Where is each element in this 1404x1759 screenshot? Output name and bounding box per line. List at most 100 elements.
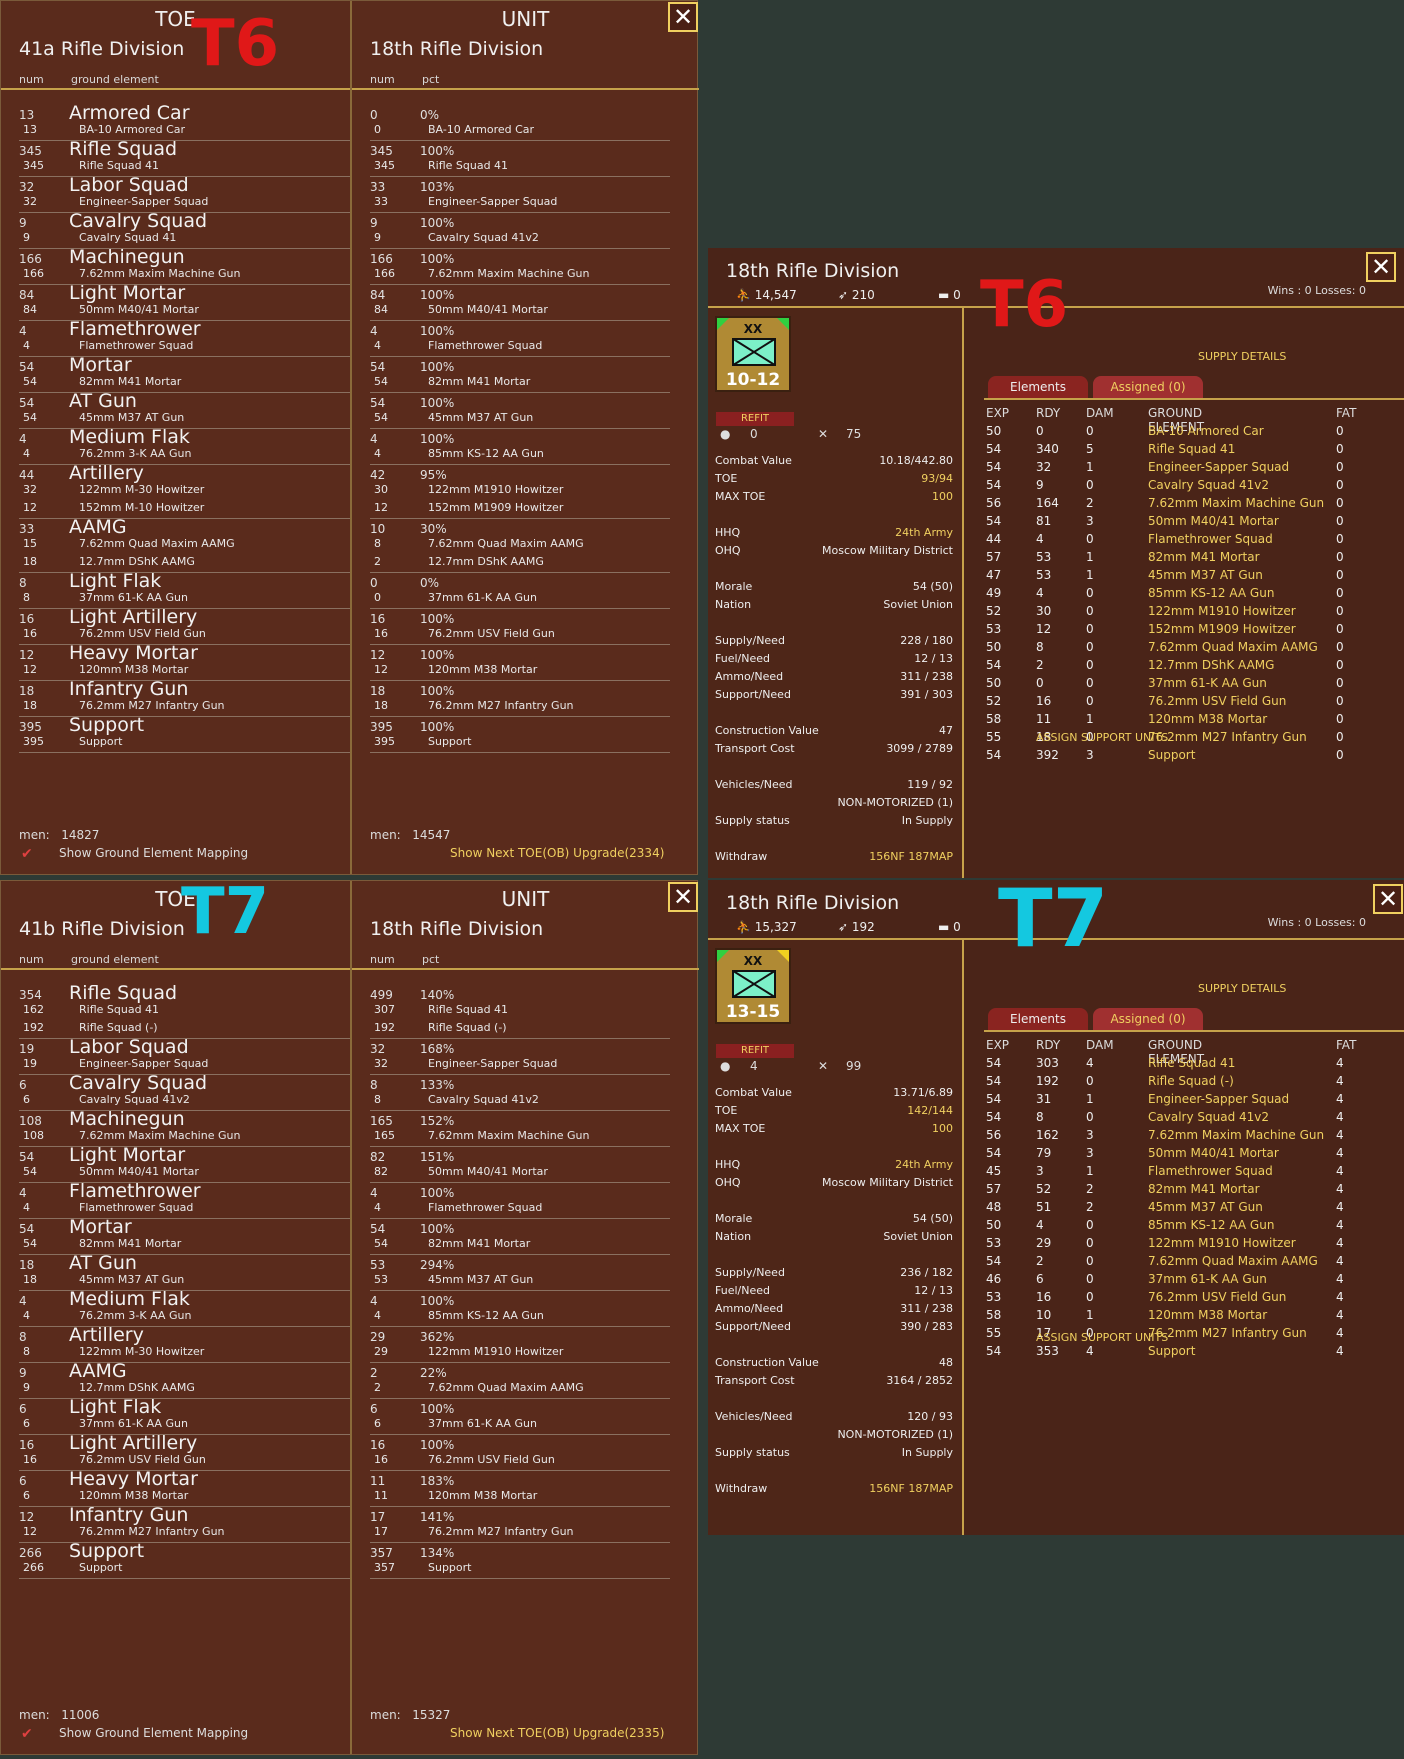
toe-column: TOE 41a Rifle Division num ground elemen… xyxy=(1,1,350,874)
dam-cell: 0 xyxy=(1086,424,1094,438)
toe-row: 4 Flamethrower 4 Flamethrower Squad xyxy=(19,1180,350,1219)
element-row[interactable]: 54 353 4 Support 4 xyxy=(986,1344,1366,1362)
element-row[interactable]: 46 6 0 37mm 61-K AA Gun 4 xyxy=(986,1272,1366,1290)
element-row[interactable]: 56 162 3 7.62mm Maxim Machine Gun 4 xyxy=(986,1128,1366,1146)
element-row[interactable]: 57 52 2 82mm M41 Mortar 4 xyxy=(986,1182,1366,1200)
show-mapping-label[interactable]: Show Ground Element Mapping xyxy=(59,1726,248,1740)
upgrade-link[interactable]: Show Next TOE(OB) Upgrade(2334) xyxy=(450,846,664,860)
element-row[interactable]: 47 53 1 45mm M37 AT Gun 0 xyxy=(986,568,1366,586)
upgrade-link[interactable]: Show Next TOE(OB) Upgrade(2335) xyxy=(450,1726,664,1740)
supply-details-link[interactable]: SUPPLY DETAILS xyxy=(1198,350,1286,363)
element-row[interactable]: 53 29 0 122mm M1910 Howitzer 4 xyxy=(986,1236,1366,1254)
element-row[interactable]: 49 4 0 85mm KS-12 AA Gun 0 xyxy=(986,586,1366,604)
element-row[interactable]: 50 0 0 BA-10 Armored Car 0 xyxy=(986,424,1366,442)
element-row[interactable]: 54 81 3 50mm M40/41 Mortar 0 xyxy=(986,514,1366,532)
exp-cell: 54 xyxy=(986,748,1002,762)
element-row[interactable]: 58 10 1 120mm M38 Mortar 4 xyxy=(986,1308,1366,1326)
icon-a-value: 4 xyxy=(750,1059,758,1073)
close-icon[interactable]: ✕ xyxy=(668,882,698,912)
element-row[interactable]: 54 9 0 Cavalry Squad 41v2 0 xyxy=(986,478,1366,496)
toe-row: 266 Support 266 Support xyxy=(19,1540,350,1579)
element-row[interactable]: 52 30 0 122mm M1910 Howitzer 0 xyxy=(986,604,1366,622)
toe-row: 4 Flamethrower 4 Flamethrower Squad xyxy=(19,318,350,357)
assign-support-link[interactable]: ASSIGN SUPPORT UNITS xyxy=(1036,731,1168,744)
element-row[interactable]: 45 3 1 Flamethrower Squad 4 xyxy=(986,1164,1366,1182)
element-row[interactable]: 54 303 4 Rifle Squad 41 4 xyxy=(986,1056,1366,1074)
men-icon: ⛹ xyxy=(736,288,751,302)
rdy-cell: 8 xyxy=(1036,1110,1044,1124)
ground-element-cell: 85mm KS-12 AA Gun xyxy=(1148,586,1275,600)
exp-cell: 54 xyxy=(986,1254,1002,1268)
row-count: 16 xyxy=(19,612,35,626)
sub-count: 8 xyxy=(23,1345,30,1358)
element-row[interactable]: 50 0 0 37mm 61-K AA Gun 0 xyxy=(986,676,1366,694)
element-row[interactable]: 54 8 0 Cavalry Squad 41v2 4 xyxy=(986,1110,1366,1128)
element-row[interactable]: 52 16 0 76.2mm USV Field Gun 0 xyxy=(986,694,1366,712)
ground-element-cell: 7.62mm Quad Maxim AAMG xyxy=(1148,1254,1318,1268)
close-icon[interactable]: ✕ xyxy=(668,2,698,32)
element-row[interactable]: 54 79 3 50mm M40/41 Mortar 4 xyxy=(986,1146,1366,1164)
unit-counter[interactable]: XX 13-15 xyxy=(715,948,791,1024)
fat-cell: 4 xyxy=(1336,1128,1344,1142)
row-type-name: Artillery xyxy=(69,462,144,484)
element-row[interactable]: 53 12 0 152mm M1909 Howitzer 0 xyxy=(986,622,1366,640)
rdy-cell: 4 xyxy=(1036,532,1044,546)
element-row[interactable]: 50 4 0 85mm KS-12 AA Gun 4 xyxy=(986,1218,1366,1236)
mapping-checkbox[interactable]: ✔ xyxy=(21,1727,37,1741)
show-mapping-label[interactable]: Show Ground Element Mapping xyxy=(59,846,248,860)
toe-row: 33 AAMG 15 7.62mm Quad Maxim AAMG 18 12.7mm D… xyxy=(19,516,350,573)
row-pct: 100% xyxy=(420,360,455,374)
stat-value: 93/94 xyxy=(921,472,953,485)
tab-assigned[interactable]: Assigned (0) xyxy=(1093,1008,1203,1030)
ground-element-cell: Engineer-Sapper Squad xyxy=(1148,1092,1290,1106)
tab-elements[interactable]: Elements xyxy=(988,1008,1088,1030)
tab-assigned[interactable]: Assigned (0) xyxy=(1093,376,1203,398)
unit-row: 166 100% 166 7.62mm Maxim Machine Gun xyxy=(370,249,670,285)
element-row[interactable]: 54 32 1 Engineer-Sapper Squad 0 xyxy=(986,460,1366,478)
element-row[interactable]: 54 2 0 7.62mm Quad Maxim AAMG 4 xyxy=(986,1254,1366,1272)
element-row[interactable]: 53 16 0 76.2mm USV Field Gun 4 xyxy=(986,1290,1366,1308)
sub-count: 4 xyxy=(374,1201,381,1214)
fat-cell: 4 xyxy=(1336,1308,1344,1322)
element-row[interactable]: 54 2 0 12.7mm DShK AAMG 0 xyxy=(986,658,1366,676)
fat-cell: 0 xyxy=(1336,694,1344,708)
sub-element-name: 76.2mm M27 Infantry Gun xyxy=(79,1525,225,1538)
element-row[interactable]: 50 8 0 7.62mm Quad Maxim AAMG 0 xyxy=(986,640,1366,658)
refit-button[interactable]: REFIT xyxy=(716,1044,794,1058)
row-count: 32 xyxy=(370,1042,386,1056)
element-row[interactable]: 58 11 1 120mm M38 Mortar 0 xyxy=(986,712,1366,730)
supply-details-link[interactable]: SUPPLY DETAILS xyxy=(1198,982,1286,995)
unit-counter[interactable]: XX 10-12 xyxy=(715,316,791,392)
sub-count: 33 xyxy=(374,195,388,208)
sub-element-name: Engineer-Sapper Squad xyxy=(428,1057,558,1070)
element-row[interactable]: 54 192 0 Rifle Squad (-) 4 xyxy=(986,1074,1366,1092)
element-row[interactable]: 54 31 1 Engineer-Sapper Squad 4 xyxy=(986,1092,1366,1110)
row-count: 4 xyxy=(19,1294,27,1308)
close-icon[interactable]: ✕ xyxy=(1373,884,1403,914)
toe-row: 19 Labor Squad 19 Engineer-Sapper Squad xyxy=(19,1036,350,1075)
fat-cell: 4 xyxy=(1336,1218,1344,1232)
refit-button[interactable]: REFIT xyxy=(716,412,794,426)
unit-row: 4 100% 4 85mm KS-12 AA Gun xyxy=(370,429,670,465)
element-row[interactable]: 44 4 0 Flamethrower Squad 0 xyxy=(986,532,1366,550)
fat-cell: 0 xyxy=(1336,514,1344,528)
unit-row: 53 294% 53 45mm M37 AT Gun xyxy=(370,1255,670,1291)
sub-element-name: 122mm M1910 Howitzer xyxy=(428,483,564,496)
grid-header: FAT xyxy=(1336,1038,1357,1052)
assign-support-link[interactable]: ASSIGN SUPPORT UNITS xyxy=(1036,1331,1168,1344)
tab-elements[interactable]: Elements xyxy=(988,376,1088,398)
row-pct: 100% xyxy=(420,1186,455,1200)
sub-element-name: 120mm M38 Mortar xyxy=(428,1489,538,1502)
element-row[interactable]: 54 340 5 Rifle Squad 41 0 xyxy=(986,442,1366,460)
element-row[interactable]: 48 51 2 45mm M37 AT Gun 4 xyxy=(986,1200,1366,1218)
stat-label: Support/Need xyxy=(715,688,791,701)
toe-row: 4 Medium Flak 4 76.2mm 3-K AA Gun xyxy=(19,1288,350,1327)
element-row[interactable]: 54 392 3 Support 0 xyxy=(986,748,1366,766)
element-row[interactable]: 57 53 1 82mm M41 Mortar 0 xyxy=(986,550,1366,568)
close-icon[interactable]: ✕ xyxy=(1366,252,1396,282)
exp-cell: 54 xyxy=(986,514,1002,528)
row-pct: 100% xyxy=(420,288,455,302)
col-num: num xyxy=(19,73,44,86)
mapping-checkbox[interactable]: ✔ xyxy=(21,847,37,861)
element-row[interactable]: 56 164 2 7.62mm Maxim Machine Gun 0 xyxy=(986,496,1366,514)
